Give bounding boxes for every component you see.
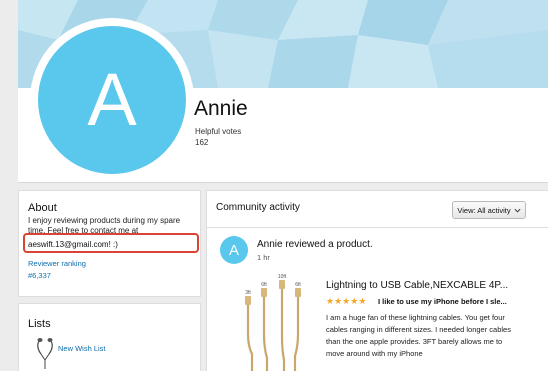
cable-label: 10ft <box>278 274 287 280</box>
activity-title: Community activity <box>216 202 300 213</box>
star-icon: ★ <box>342 296 351 306</box>
cable-label: 6ft <box>261 282 267 288</box>
star-icon: ★ <box>350 296 359 306</box>
activity-avatar[interactable]: A <box>220 236 248 264</box>
activity-avatar-initial: A <box>228 241 239 259</box>
product-image[interactable]: 3ft 6ft 10ft 6ft <box>234 274 316 371</box>
community-activity-card: Community activity View: All activity A … <box>206 190 548 371</box>
cable-label: 3ft <box>245 290 251 296</box>
divider <box>207 227 548 228</box>
activity-time: 1 hr <box>257 253 270 262</box>
review-body: I am a huge fan of these lightning cable… <box>326 313 511 358</box>
cable-label: 6ft <box>295 282 301 288</box>
about-title: About <box>28 202 57 214</box>
star-icon: ★ <box>326 296 335 306</box>
profile-name: Annie <box>194 97 248 120</box>
view-filter-label: View: All activity <box>457 205 511 215</box>
product-title-link[interactable]: Lightning to USB Cable,NEXCABLE 4P... <box>326 280 508 291</box>
lists-card: Lists New Wish List <box>18 303 201 371</box>
view-filter-dropdown[interactable]: View: All activity <box>452 201 526 219</box>
lists-title: Lists <box>28 318 51 330</box>
earphones-icon <box>37 338 53 369</box>
avatar-initial: A <box>87 58 137 141</box>
activity-headline: Annie reviewed a product. <box>257 239 373 250</box>
helpful-votes-count: 162 <box>195 138 209 147</box>
star-icon: ★ <box>358 296 367 306</box>
about-card: About I enjoy reviewing products during … <box>18 190 201 297</box>
reviewer-ranking-value[interactable]: #6,337 <box>28 271 51 280</box>
star-icon: ★ <box>334 296 343 306</box>
star-rating: ★ ★ ★ ★ ★ <box>326 296 366 306</box>
profile-avatar[interactable]: A <box>30 18 194 182</box>
helpful-votes-label: Helpful votes <box>195 127 242 136</box>
new-wish-list-link[interactable]: New Wish List <box>58 344 106 353</box>
reviewer-ranking-link[interactable]: Reviewer ranking <box>28 259 86 268</box>
email-highlight-box <box>23 233 199 253</box>
chevron-down-icon <box>514 208 521 213</box>
review-headline[interactable]: I like to use my iPhone before I sle... <box>378 297 507 306</box>
